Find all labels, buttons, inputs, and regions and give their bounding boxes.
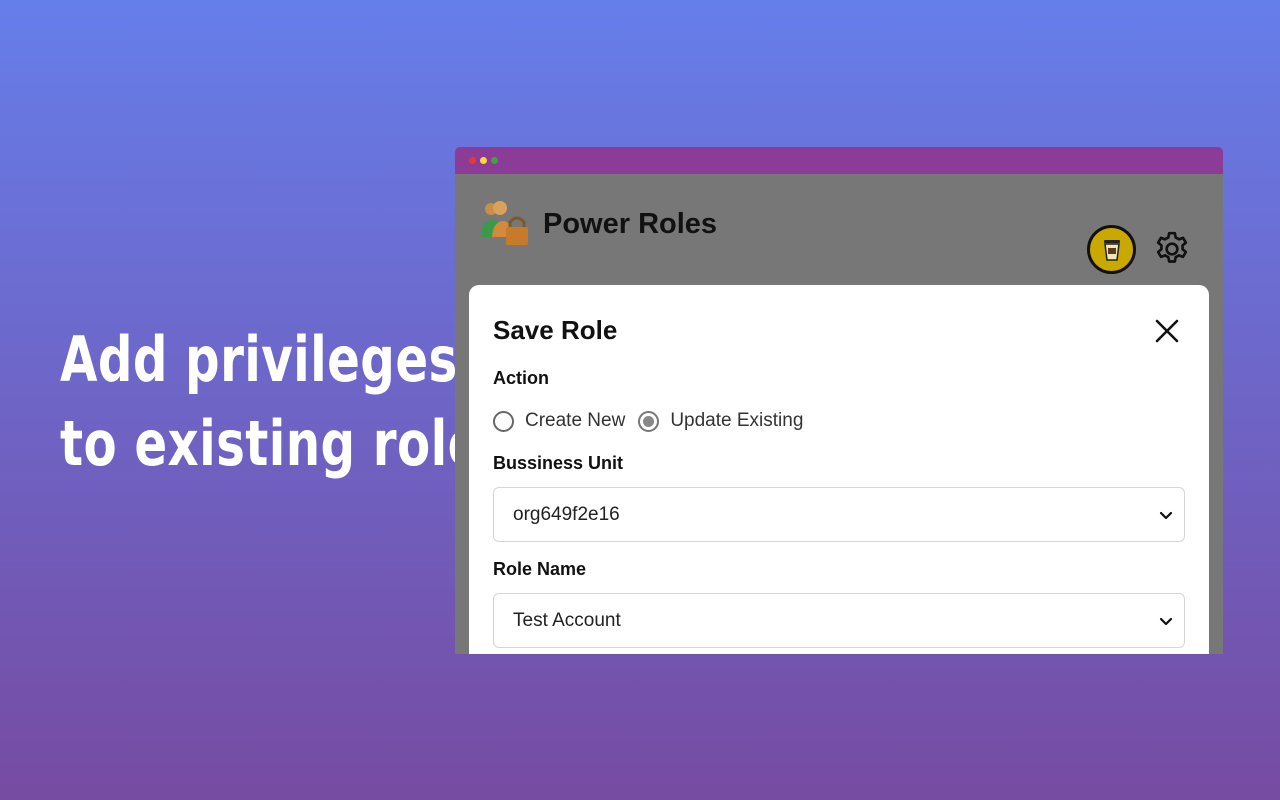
hero-headline: Add privileges to existing role xyxy=(60,318,481,486)
action-radio-group: Create New Update Existing xyxy=(493,407,1185,435)
settings-button[interactable] xyxy=(1151,228,1193,270)
create-new-radio[interactable] xyxy=(493,410,514,432)
maximize-dot[interactable] xyxy=(491,157,498,164)
close-dot[interactable] xyxy=(469,157,476,164)
chevron-down-icon xyxy=(1159,617,1173,625)
dialog-title: Save Role xyxy=(493,315,618,345)
window-title-bar xyxy=(455,147,1223,174)
role-name-value: Test Account xyxy=(513,609,621,631)
close-icon[interactable] xyxy=(1153,317,1181,345)
minimize-dot[interactable] xyxy=(480,157,487,164)
coffee-button[interactable] xyxy=(1087,225,1136,274)
app-header: Power Roles xyxy=(455,174,1223,277)
create-new-label[interactable]: Create New xyxy=(525,410,625,432)
update-existing-radio[interactable] xyxy=(638,410,660,432)
app-title: Power Roles xyxy=(543,208,718,240)
business-unit-value: org649f2e16 xyxy=(513,503,620,525)
hero-line-2: to existing role xyxy=(60,407,481,480)
business-unit-label: Bussiness Unit xyxy=(493,453,624,473)
business-unit-select[interactable]: org649f2e16 xyxy=(493,487,1185,542)
role-name-label: Role Name xyxy=(493,559,587,579)
role-name-select[interactable]: Test Account xyxy=(493,593,1185,648)
save-role-dialog: Save Role Action Create New Update Exist… xyxy=(469,285,1209,654)
update-existing-label[interactable]: Update Existing xyxy=(670,410,803,432)
hero-line-1: Add privileges xyxy=(60,323,458,396)
chevron-down-icon xyxy=(1159,511,1173,519)
coffee-cup-icon xyxy=(1103,239,1120,261)
action-label: Action xyxy=(493,368,549,388)
users-lock-icon xyxy=(481,201,528,245)
app-window: Power Roles Save Role Action Create New … xyxy=(455,147,1223,654)
gear-icon xyxy=(1156,231,1188,263)
